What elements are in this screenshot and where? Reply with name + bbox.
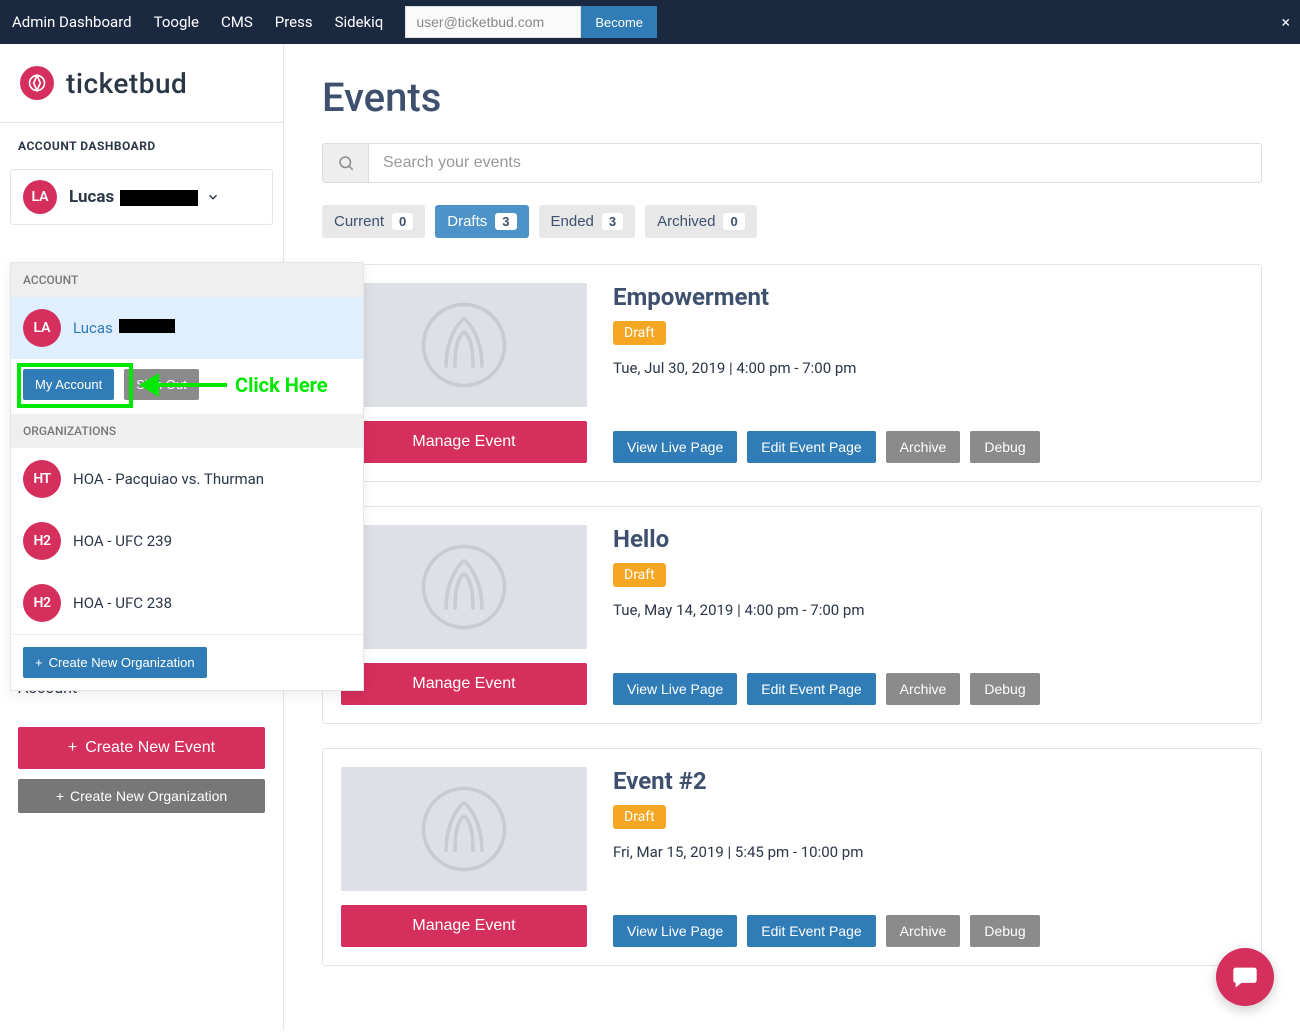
create-event-label: Create New Event — [85, 739, 215, 757]
org-item[interactable]: H2 HOA - UFC 239 — [11, 510, 363, 572]
org-name: HOA - UFC 239 — [73, 532, 172, 550]
chevron-down-icon — [206, 190, 220, 204]
sign-out-button[interactable]: Sign Out — [124, 369, 199, 400]
debug-button[interactable]: Debug — [970, 431, 1039, 463]
create-org-button-dropdown[interactable]: + Create New Organization — [23, 647, 207, 678]
filter-ended[interactable]: Ended 3 — [539, 205, 636, 238]
dropdown-user-avatar: LA — [23, 309, 61, 347]
archive-button[interactable]: Archive — [886, 915, 961, 947]
filter-label: Drafts — [447, 213, 487, 230]
dropdown-account-heading: ACCOUNT — [11, 263, 363, 297]
filter-archived[interactable]: Archived 0 — [645, 205, 757, 238]
admin-nav-sidekiq[interactable]: Sidekiq — [335, 13, 384, 31]
view-live-button[interactable]: View Live Page — [613, 673, 737, 705]
event-card: Manage Event Empowerment Draft Tue, Jul … — [322, 264, 1262, 482]
event-card: Manage Event Hello Draft Tue, May 14, 20… — [322, 506, 1262, 724]
event-thumbnail — [341, 283, 587, 407]
draft-badge: Draft — [613, 805, 666, 829]
edit-event-button[interactable]: Edit Event Page — [747, 431, 875, 463]
filter-count: 0 — [392, 213, 413, 230]
search-bar — [322, 143, 1262, 183]
org-item[interactable]: HT HOA - Pacquiao vs. Thurman — [11, 448, 363, 510]
manage-event-button[interactable]: Manage Event — [341, 905, 587, 947]
filter-count: 0 — [723, 213, 744, 230]
main-content: Events Current 0 Drafts 3 Ended 3 Archiv… — [284, 44, 1300, 1030]
logo[interactable]: ticketbud — [0, 44, 283, 123]
event-title[interactable]: Event #2 — [613, 767, 1243, 795]
filter-drafts[interactable]: Drafts 3 — [435, 205, 528, 238]
filter-label: Ended — [551, 213, 594, 230]
search-input[interactable] — [368, 143, 1262, 183]
create-event-button[interactable]: + Create New Event — [18, 727, 265, 769]
admin-nav-dashboard[interactable]: Admin Dashboard — [12, 13, 132, 31]
account-selector[interactable]: LA Lucas — [10, 169, 273, 225]
admin-nav-press[interactable]: Press — [275, 13, 313, 31]
event-title[interactable]: Empowerment — [613, 283, 1243, 311]
admin-nav-cms[interactable]: CMS — [221, 13, 253, 31]
annotation-text: Click Here — [235, 373, 328, 397]
create-org-button[interactable]: + Create New Organization — [18, 779, 265, 813]
event-date: Tue, Jul 30, 2019 | 4:00 pm - 7:00 pm — [613, 359, 1243, 377]
debug-button[interactable]: Debug — [970, 915, 1039, 947]
event-thumbnail — [341, 525, 587, 649]
filter-label: Current — [334, 213, 384, 230]
page-title: Events — [322, 74, 1262, 121]
redacted-last-name-dd — [119, 319, 175, 333]
view-live-button[interactable]: View Live Page — [613, 915, 737, 947]
edit-event-button[interactable]: Edit Event Page — [747, 915, 875, 947]
event-date: Tue, May 14, 2019 | 4:00 pm - 7:00 pm — [613, 601, 1243, 619]
manage-event-button[interactable]: Manage Event — [341, 663, 587, 705]
admin-bar: Admin Dashboard Toogle CMS Press Sidekiq… — [0, 0, 1300, 44]
become-button[interactable]: Become — [581, 6, 657, 38]
filter-label: Archived — [657, 213, 715, 230]
create-org-label-side: Create New Organization — [70, 788, 227, 804]
user-first-name: Lucas — [69, 187, 114, 207]
user-avatar: LA — [23, 180, 57, 214]
event-title[interactable]: Hello — [613, 525, 1243, 553]
event-card: Manage Event Event #2 Draft Fri, Mar 15,… — [322, 748, 1262, 966]
org-name: HOA - UFC 238 — [73, 594, 172, 612]
org-name: HOA - Pacquiao vs. Thurman — [73, 470, 264, 488]
edit-event-button[interactable]: Edit Event Page — [747, 673, 875, 705]
filter-current[interactable]: Current 0 — [322, 205, 425, 238]
filter-count: 3 — [495, 213, 516, 230]
chat-bubble[interactable] — [1216, 948, 1274, 1006]
account-dropdown: ACCOUNT LA Lucas My Account Sign Out Cli… — [10, 262, 364, 691]
archive-button[interactable]: Archive — [886, 673, 961, 705]
sidebar: ticketbud ACCOUNT DASHBOARD LA Lucas ACC… — [0, 44, 284, 1030]
debug-button[interactable]: Debug — [970, 673, 1039, 705]
view-live-button[interactable]: View Live Page — [613, 431, 737, 463]
draft-badge: Draft — [613, 321, 666, 345]
sidebar-heading: ACCOUNT DASHBOARD — [18, 139, 265, 153]
event-date: Fri, Mar 15, 2019 | 5:45 pm - 10:00 pm — [613, 843, 1243, 861]
plus-icon: + — [68, 739, 77, 757]
admin-nav-toogle[interactable]: Toogle — [154, 13, 199, 31]
search-icon — [322, 143, 368, 183]
dropdown-user-firstname: Lucas — [73, 319, 113, 337]
draft-badge: Draft — [613, 563, 666, 587]
org-avatar: H2 — [23, 584, 61, 622]
archive-button[interactable]: Archive — [886, 431, 961, 463]
org-avatar: H2 — [23, 522, 61, 560]
logo-icon — [20, 66, 54, 100]
org-avatar: HT — [23, 460, 61, 498]
become-email-input[interactable] — [405, 6, 581, 38]
event-thumbnail — [341, 767, 587, 891]
filter-tabs: Current 0 Drafts 3 Ended 3 Archived 0 — [322, 205, 1262, 238]
plus-icon: + — [35, 655, 43, 670]
redacted-last-name — [120, 190, 198, 206]
filter-count: 3 — [602, 213, 623, 230]
manage-event-button[interactable]: Manage Event — [341, 421, 587, 463]
dropdown-user-item[interactable]: LA Lucas — [11, 297, 363, 359]
org-item[interactable]: H2 HOA - UFC 238 — [11, 572, 363, 634]
plus-icon: + — [56, 788, 64, 804]
close-admin-bar[interactable]: × — [1281, 13, 1290, 32]
logo-text: ticketbud — [66, 67, 187, 100]
dropdown-org-heading: ORGANIZATIONS — [11, 414, 363, 448]
create-org-label: Create New Organization — [49, 655, 195, 670]
my-account-button[interactable]: My Account — [23, 369, 114, 400]
